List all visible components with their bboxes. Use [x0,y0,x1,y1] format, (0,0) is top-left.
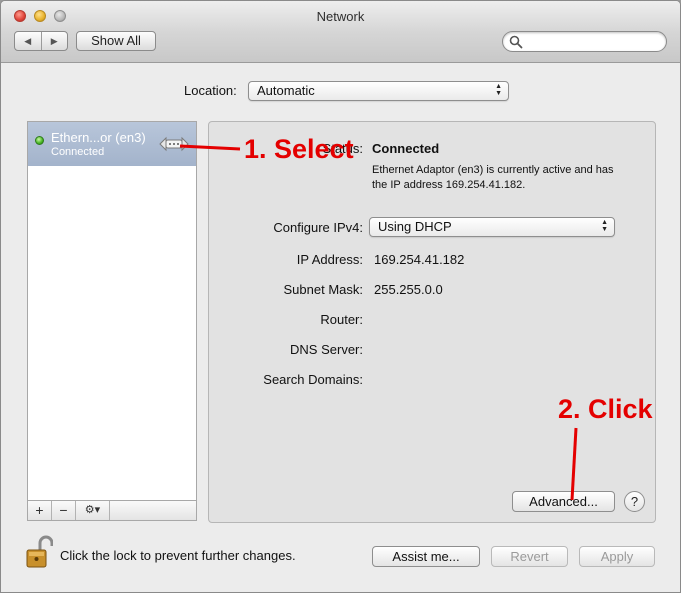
lock-icon[interactable] [25,535,53,569]
show-all-button[interactable]: Show All [76,31,156,51]
annotation-click: 2. Click [558,394,653,424]
status-value: Connected [372,141,440,156]
search-field[interactable] [502,31,667,52]
router-label: Router: [320,312,363,327]
ip-address-label: IP Address: [296,252,363,267]
revert-button[interactable]: Revert [491,546,568,567]
search-domains-label: Search Domains: [263,372,363,387]
service-actions-gear-button[interactable]: ⚙▾ [76,501,110,520]
forward-button[interactable]: ▶ [40,32,68,50]
subnet-mask-label: Subnet Mask: [283,282,364,297]
lock-message: Click the lock to prevent further change… [60,548,296,563]
back-forward-control: ◀ ▶ [14,31,68,51]
location-popup[interactable]: Automatic ▲ ▼ [248,81,509,101]
forward-arrow-icon: ▶ [50,35,58,46]
location-label: Location: [184,83,237,98]
service-status: Connected [51,146,105,158]
search-icon [509,35,523,49]
service-item-ethernet[interactable]: Ethern...or (en3) Connected [28,122,196,166]
popup-arrows-icon: ▲ ▼ [601,219,608,233]
location-value: Automatic [257,83,315,98]
assist-me-button[interactable]: Assist me... [372,546,480,567]
help-button[interactable]: ? [624,491,645,512]
window-title: Network [316,9,365,24]
remove-service-button[interactable]: − [52,501,76,520]
configure-ipv4-label: Configure IPv4: [273,220,363,235]
back-arrow-icon: ◀ [24,35,32,46]
ethernet-icon [159,136,189,152]
title-bar: Network ◀ ▶ Show All [1,1,680,63]
configure-ipv4-popup[interactable]: Using DHCP ▲ ▼ [369,217,615,237]
ip-address-value: 169.254.41.182 [374,252,465,267]
configure-ipv4-value: Using DHCP [378,219,452,234]
popup-arrows-icon: ▲ ▼ [495,83,502,97]
network-preferences-window: Network ◀ ▶ Show All Location: Automatic… [0,0,681,593]
back-button[interactable]: ◀ [15,32,41,50]
service-list-toolbar: + − ⚙▾ [28,500,196,520]
subnet-mask-value: 255.255.0.0 [374,282,443,297]
service-list: Ethern...or (en3) Connected + − ⚙▾ [27,121,197,521]
add-service-button[interactable]: + [28,501,52,520]
advanced-button[interactable]: Advanced... [512,491,615,512]
dns-server-label: DNS Server: [290,342,363,357]
service-name: Ethern...or (en3) [51,130,146,145]
status-indicator-icon [35,136,44,145]
status-description: Ethernet Adaptor (en3) is currently acti… [372,164,614,191]
apply-button[interactable]: Apply [579,546,655,567]
annotation-select: 1. Select [244,134,354,164]
